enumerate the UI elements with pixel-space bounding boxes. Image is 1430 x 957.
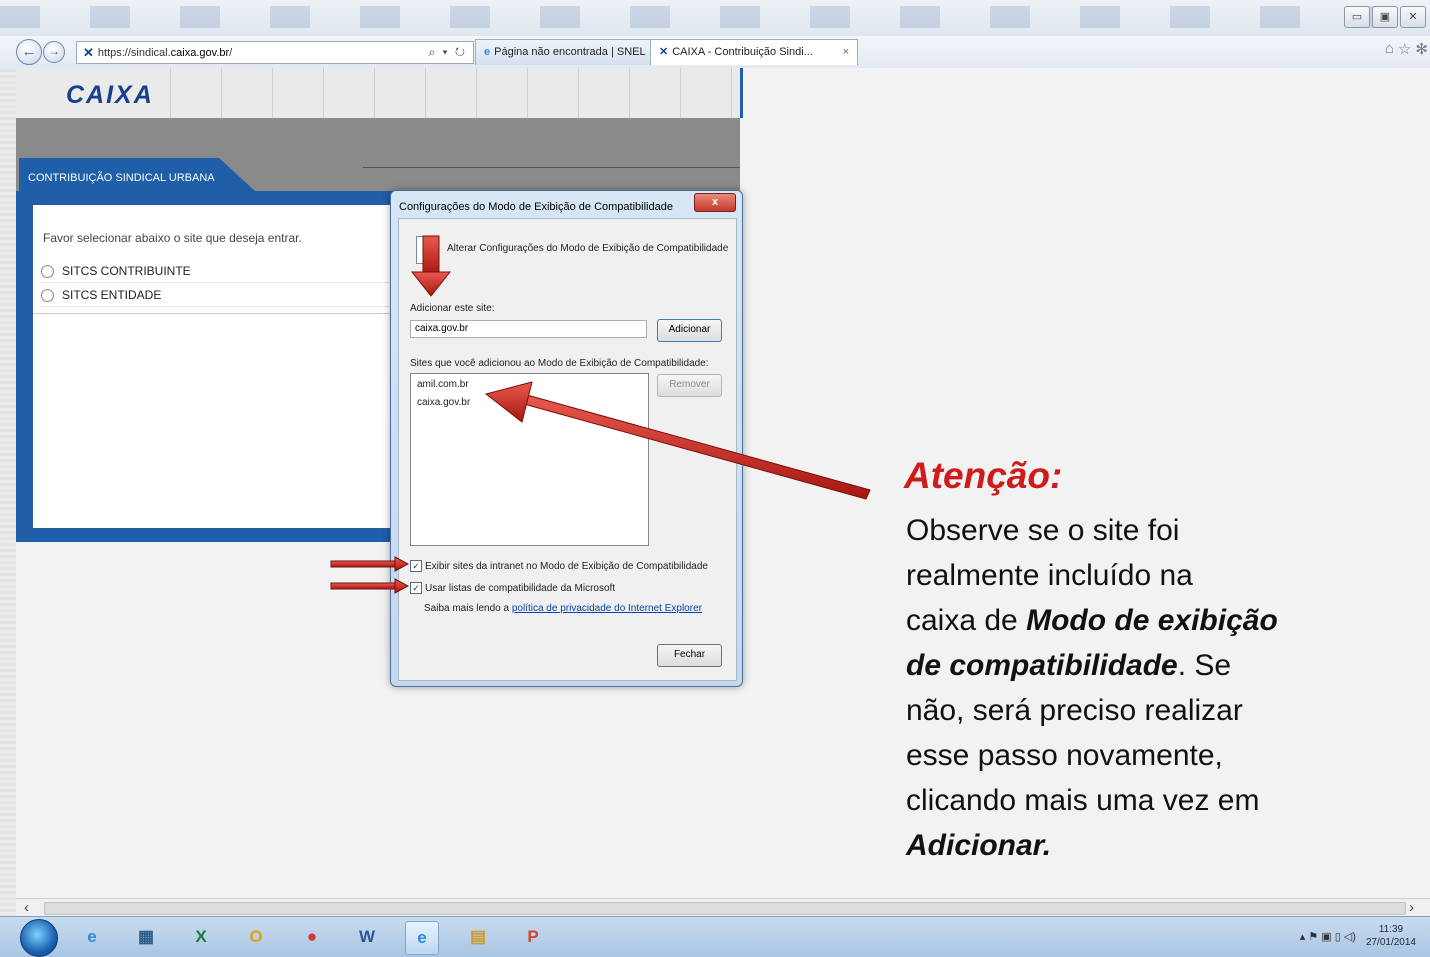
maximize-button[interactable]: ▣ xyxy=(1372,6,1398,28)
close-dialog-button[interactable]: Fechar xyxy=(657,644,722,667)
option-entidade[interactable]: SITCS ENTIDADE xyxy=(41,284,391,307)
annotation-line: esse passo novamente, xyxy=(906,739,1223,772)
option-label: SITCS ENTIDADE xyxy=(62,288,162,302)
address-bar[interactable]: ✕ https://sindical.caixa.gov.br/ ⌕ ▾ ↻ xyxy=(76,41,474,64)
divider xyxy=(33,313,391,314)
favorites-star-icon[interactable]: ☆ xyxy=(1398,40,1411,58)
dialog-heading: Alterar Configurações do Modo de Exibiçã… xyxy=(447,243,729,254)
dialog-body: Alterar Configurações do Modo de Exibiçã… xyxy=(398,218,737,681)
header-grid xyxy=(170,68,782,118)
left-frame xyxy=(0,68,16,918)
browser-nav-bar: ← → ✕ https://sindical.caixa.gov.br/ ⌕ ▾… xyxy=(0,36,1430,69)
faded-title-strip xyxy=(0,6,1430,28)
search-refresh-controls[interactable]: ⌕ ▾ ↻ xyxy=(428,45,467,60)
option-label: SITCS CONTRIBUINTE xyxy=(62,264,191,278)
powerpoint-app-icon[interactable]: P xyxy=(517,921,549,953)
scroll-right-icon[interactable]: › xyxy=(1409,899,1414,916)
browser-tools: ⌂ ☆ ✻ xyxy=(1385,40,1428,58)
remove-button[interactable]: Remover xyxy=(657,374,722,397)
chrome-app-icon[interactable]: ● xyxy=(296,921,328,953)
annotation-line: clicando mais uma vez em xyxy=(906,784,1260,817)
annotation-line: caixa de Modo de exibição xyxy=(906,604,1278,637)
settings-gear-icon[interactable]: ✻ xyxy=(1415,40,1428,58)
privacy-link[interactable]: política de privacidade do Internet Expl… xyxy=(512,603,702,614)
taskbar: e ▦ X O ● We ▤ P ▴ ⚑ ▣ ▯ ◁) 11:39 27/01/2014 xyxy=(0,916,1430,957)
scroll-left-icon[interactable]: ‹ xyxy=(24,899,29,916)
forward-arrow-icon: → xyxy=(48,44,60,58)
tab-snel[interactable]: e Página não encontrada | SNEL xyxy=(475,39,657,65)
excel-app-icon[interactable]: X xyxy=(185,921,217,953)
caixa-icon: ✕ xyxy=(659,46,669,58)
add-button[interactable]: Adicionar xyxy=(657,319,722,342)
window-title-bar: ▭ ▣ ✕ xyxy=(0,0,1430,36)
site-list-label: Sites que você adicionou ao Modo de Exib… xyxy=(410,358,709,369)
address-url[interactable]: https://sindical.caixa.gov.br/ xyxy=(98,47,429,59)
checkbox-checked[interactable]: ✓ xyxy=(410,560,422,572)
explorer-app-icon[interactable]: ▤ xyxy=(462,921,494,953)
horizontal-scrollbar[interactable]: ‹ › xyxy=(16,898,1430,917)
outlook-app-icon[interactable]: O xyxy=(240,921,272,953)
prompt-text: Favor selecionar abaixo o site que desej… xyxy=(43,231,302,245)
annotation-line: realmente incluído na xyxy=(906,559,1193,592)
annotation-body: Observe se o site foi realmente incluído… xyxy=(906,508,1336,868)
site-list[interactable]: amil.com.br caixa.gov.br xyxy=(410,373,649,546)
privacy-text: Saiba mais lendo a política de privacida… xyxy=(424,603,702,614)
minimize-button[interactable]: ▭ xyxy=(1344,6,1370,28)
home-icon[interactable]: ⌂ xyxy=(1385,40,1394,58)
forward-button[interactable]: → xyxy=(43,41,65,63)
checkbox-checked[interactable]: ✓ xyxy=(410,582,422,594)
radio-button[interactable] xyxy=(41,264,54,278)
close-tab-icon[interactable]: × xyxy=(843,40,849,65)
scroll-thumb[interactable] xyxy=(44,902,1406,915)
band-divider xyxy=(363,167,740,168)
intranet-checkbox-row[interactable]: ✓ Exibir sites da intranet no Modo de Ex… xyxy=(410,560,708,572)
content-panel: Favor selecionar abaixo o site que desej… xyxy=(16,191,396,542)
list-item[interactable]: caixa.gov.br xyxy=(417,397,470,408)
option-contribuinte[interactable]: SITCS CONTRIBUINTE xyxy=(41,260,391,283)
annotation-line: de compatibilidade. Se xyxy=(906,649,1232,682)
caixa-favicon-icon: ✕ xyxy=(83,44,94,60)
ie-active-app-icon[interactable]: e xyxy=(405,921,439,955)
annotation-title: Atenção: xyxy=(904,455,1063,496)
start-button[interactable] xyxy=(20,919,58,957)
ie-app-icon[interactable]: e xyxy=(76,921,108,953)
annotation-line: Adicionar. xyxy=(906,829,1052,862)
radio-button[interactable] xyxy=(41,288,54,302)
clock[interactable]: 11:39 27/01/2014 xyxy=(1366,923,1416,949)
compatibility-dialog: Configurações do Modo de Exibição de Com… xyxy=(390,190,743,687)
system-tray: ▴ ⚑ ▣ ▯ ◁) 11:39 27/01/2014 xyxy=(1300,923,1416,949)
tray-icons[interactable]: ▴ ⚑ ▣ ▯ ◁) xyxy=(1300,930,1356,943)
add-site-input[interactable] xyxy=(410,320,647,338)
back-button[interactable]: ← xyxy=(16,39,42,65)
dialog-close-button[interactable]: x xyxy=(694,193,736,212)
content-inner: Favor selecionar abaixo o site que desej… xyxy=(32,204,392,529)
annotation-line: Observe se o site foi xyxy=(906,514,1180,547)
tab-caixa[interactable]: ✕ CAIXA - Contribuição Sindi... × xyxy=(650,39,858,65)
close-window-button[interactable]: ✕ xyxy=(1400,6,1426,28)
back-arrow-icon: ← xyxy=(21,43,37,60)
network-app-icon[interactable]: ▦ xyxy=(130,921,162,953)
annotation-line: não, será preciso realizar xyxy=(906,694,1243,727)
word-app-icon[interactable]: W xyxy=(351,921,383,953)
add-site-label: Adicionar este site: xyxy=(410,303,495,314)
checkbox-label: Exibir sites da intranet no Modo de Exib… xyxy=(425,560,708,572)
ie-icon: e xyxy=(484,46,491,58)
caixa-header: CAIXA xyxy=(16,68,743,118)
checkbox-label: Usar listas de compatibilidade da Micros… xyxy=(425,582,616,594)
dialog-title: Configurações do Modo de Exibição de Com… xyxy=(399,201,673,213)
list-item[interactable]: amil.com.br xyxy=(417,379,469,390)
section-tab: CONTRIBUIÇÃO SINDICAL URBANA xyxy=(19,158,255,191)
page-icon xyxy=(416,236,434,264)
microsoft-list-checkbox-row[interactable]: ✓ Usar listas de compatibilidade da Micr… xyxy=(410,582,615,594)
caixa-logo: CAIXA xyxy=(66,81,154,109)
window-controls: ▭ ▣ ✕ xyxy=(1344,6,1426,28)
